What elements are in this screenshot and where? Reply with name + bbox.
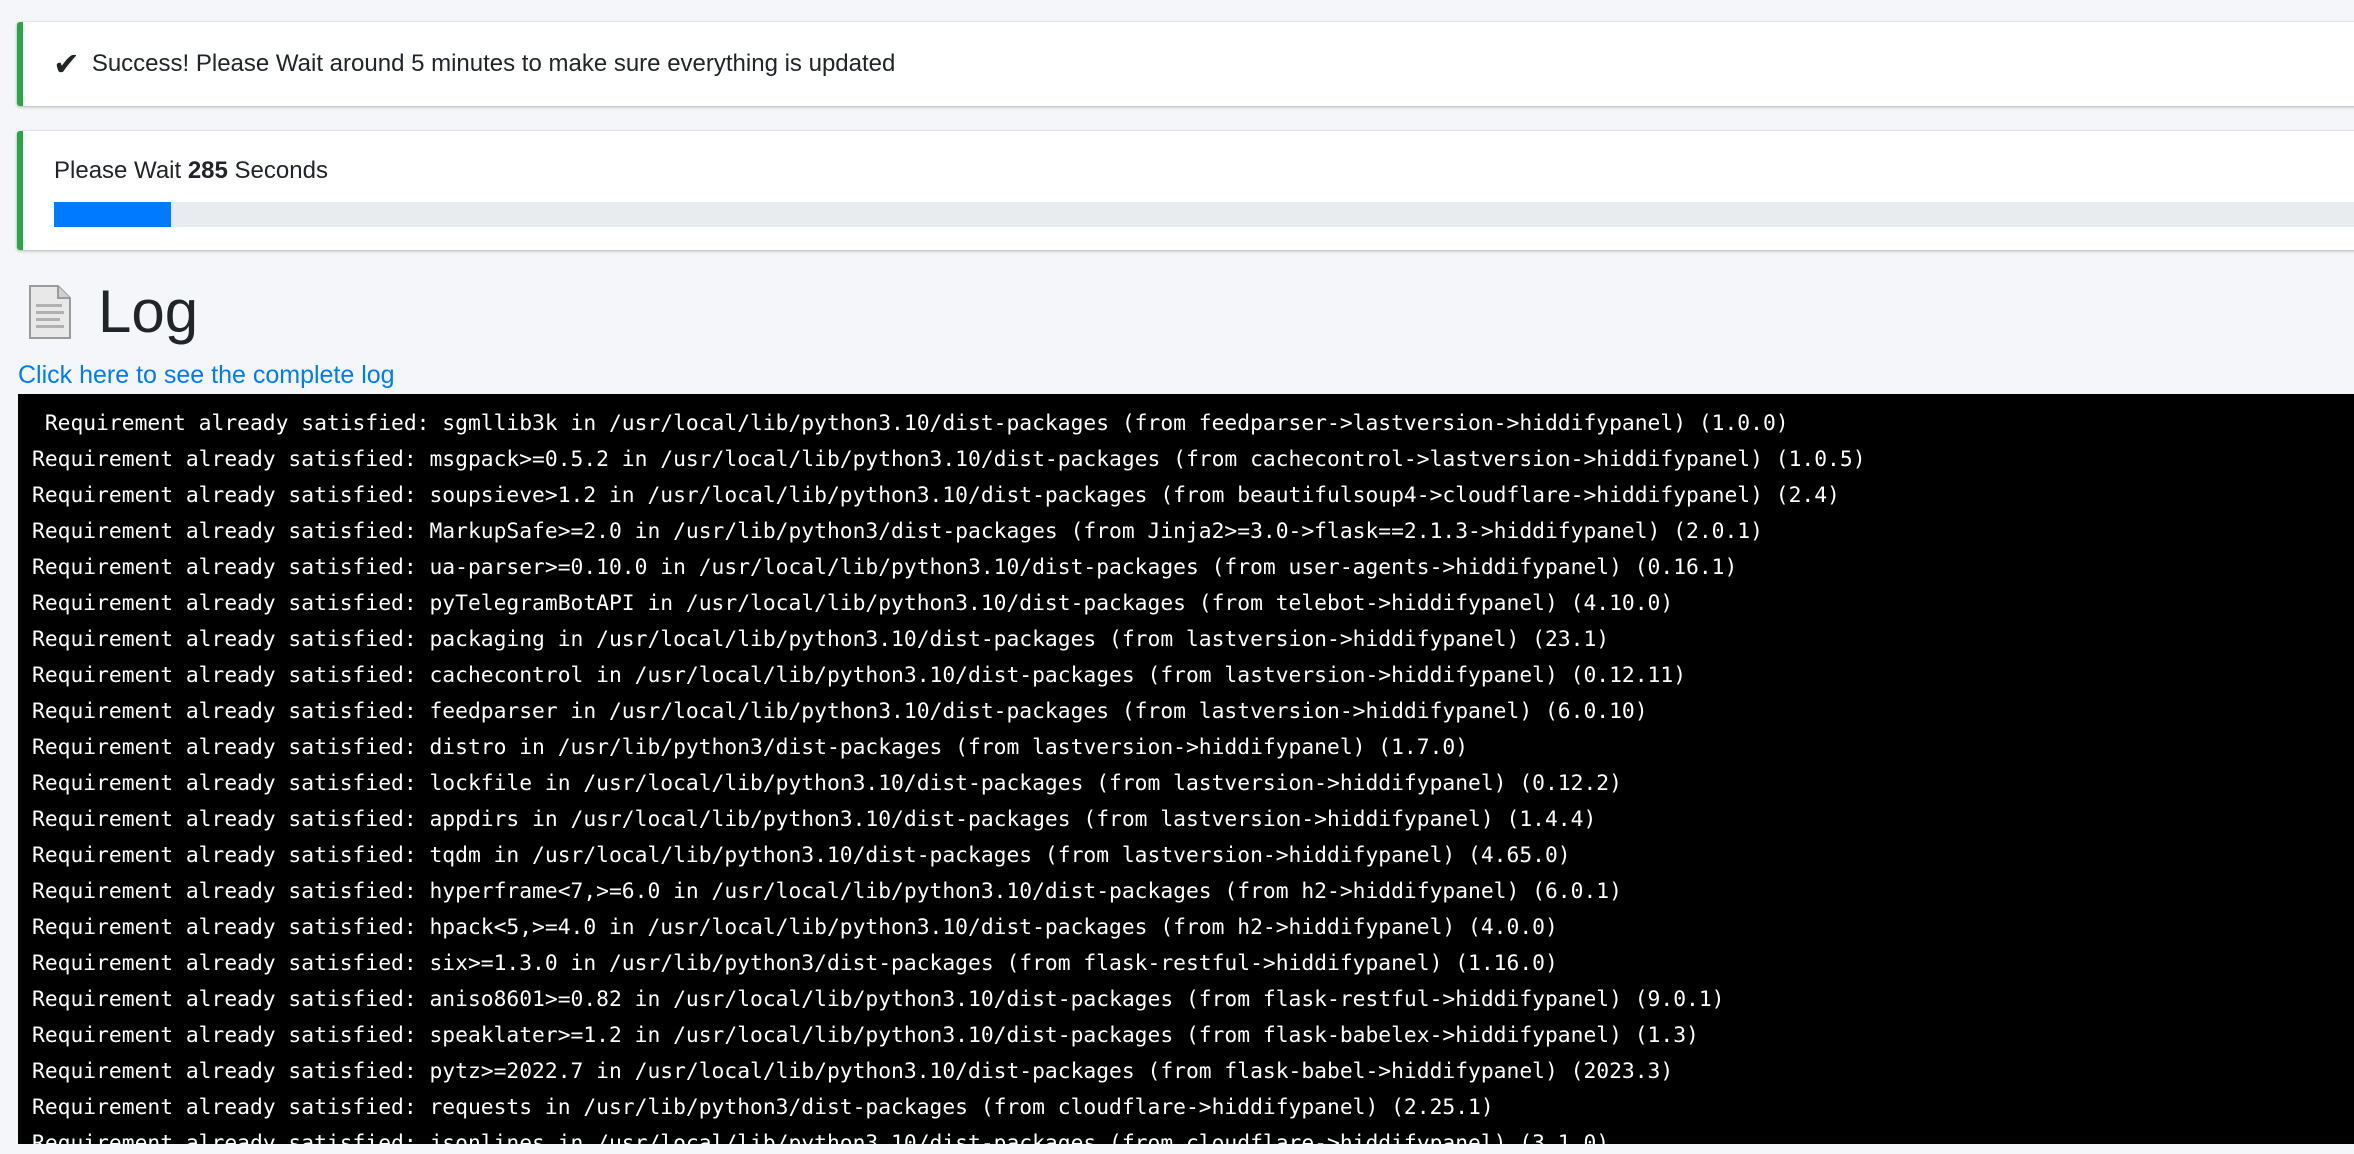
- progress-fill: [54, 202, 171, 227]
- log-line: Requirement already satisfied: distro in…: [32, 735, 1469, 760]
- wait-card: Please Wait 285 Seconds: [17, 131, 2354, 250]
- progress-bar: [54, 202, 2354, 227]
- log-line: Requirement already satisfied: sgmllib3k…: [32, 411, 1789, 436]
- log-line: Requirement already satisfied: ua-parser…: [32, 555, 1738, 580]
- log-line: Requirement already satisfied: MarkupSaf…: [32, 519, 1763, 544]
- log-line: Requirement already satisfied: hyperfram…: [32, 879, 1622, 904]
- wait-prefix: Please Wait: [54, 157, 188, 184]
- log-heading: Log: [24, 276, 198, 348]
- success-alert: ✔ Success! Please Wait around 5 minutes …: [17, 22, 2354, 106]
- log-line: Requirement already satisfied: six>=1.3.…: [32, 951, 1558, 976]
- wait-seconds: 285: [187, 157, 228, 184]
- log-line: Requirement already satisfied: aniso8601…: [32, 987, 1725, 1012]
- log-line: Requirement already satisfied: pytz>=202…: [32, 1059, 1674, 1084]
- log-line: Requirement already satisfied: speaklate…: [32, 1023, 1699, 1048]
- log-line: Requirement already satisfied: cachecont…: [32, 663, 1687, 688]
- log-line: Requirement already satisfied: feedparse…: [32, 699, 1648, 724]
- complete-log-link[interactable]: Click here to see the complete log: [18, 361, 395, 390]
- log-line: Requirement already satisfied: jsonlines…: [32, 1131, 1610, 1144]
- log-line: Requirement already satisfied: requests …: [32, 1095, 1494, 1120]
- log-line: Requirement already satisfied: packaging…: [32, 627, 1610, 652]
- wait-suffix: Seconds: [227, 157, 328, 184]
- log-line: Requirement already satisfied: tqdm in /…: [32, 843, 1571, 868]
- log-line: Requirement already satisfied: appdirs i…: [32, 807, 1597, 832]
- log-title: Log: [98, 278, 199, 345]
- log-output[interactable]: Requirement already satisfied: sgmllib3k…: [18, 394, 2354, 1144]
- log-line: Requirement already satisfied: lockfile …: [32, 771, 1622, 796]
- wait-countdown: Please Wait 285 Seconds: [54, 157, 328, 185]
- log-line: Requirement already satisfied: pyTelegra…: [32, 591, 1674, 616]
- checkmark-icon: ✔: [53, 46, 80, 82]
- log-line: Requirement already satisfied: msgpack>=…: [32, 447, 1866, 472]
- log-line: Requirement already satisfied: soupsieve…: [32, 483, 1840, 508]
- document-icon: [24, 282, 74, 342]
- log-line: Requirement already satisfied: hpack<5,>…: [32, 915, 1558, 940]
- success-message: Success! Please Wait around 5 minutes to…: [91, 50, 896, 77]
